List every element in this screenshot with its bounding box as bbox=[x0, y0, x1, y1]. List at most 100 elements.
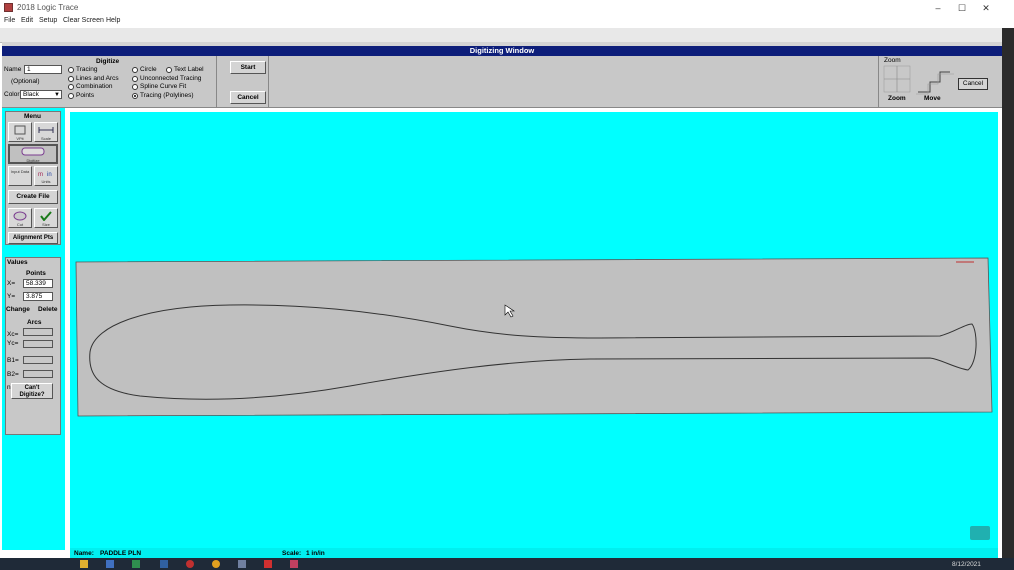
minimize-button[interactable]: – bbox=[928, 2, 948, 14]
values-title: Values bbox=[7, 259, 28, 266]
chevron-down-icon: ▼ bbox=[54, 92, 60, 98]
taskbar-app-icon[interactable] bbox=[106, 560, 114, 568]
b1-field bbox=[23, 356, 53, 364]
divider bbox=[268, 56, 269, 107]
digitize-button[interactable]: Digitize bbox=[8, 144, 58, 164]
divider bbox=[878, 56, 879, 107]
b1-label: B1= bbox=[7, 357, 19, 364]
zoom-label: Zoom bbox=[888, 95, 906, 102]
radio-unconnected-tracing[interactable] bbox=[132, 76, 138, 82]
cut-icon bbox=[13, 211, 27, 221]
input-data-button[interactable]: Input Data bbox=[8, 166, 32, 186]
move-label: Move bbox=[924, 95, 941, 102]
radio-text-label[interactable] bbox=[166, 67, 172, 73]
radio-circle[interactable] bbox=[132, 67, 138, 73]
digitize-icon bbox=[21, 147, 45, 156]
x-value-field[interactable]: 58.339 bbox=[23, 279, 53, 288]
arcs-title: Arcs bbox=[27, 319, 42, 326]
option-spline-curve-fit: Spline Curve Fit bbox=[140, 83, 187, 90]
scale-label: Scale bbox=[40, 136, 51, 141]
start-button[interactable]: Start bbox=[230, 61, 266, 74]
color-label: Color bbox=[4, 91, 20, 98]
menu-edit[interactable]: Edit bbox=[21, 17, 33, 24]
menu-file[interactable]: File bbox=[4, 17, 15, 24]
alignment-pts-button[interactable]: Alignment Pts bbox=[8, 232, 58, 244]
color-value: Black bbox=[23, 91, 39, 98]
units-button[interactable]: m in Units bbox=[34, 166, 58, 186]
taskbar-app-icon[interactable] bbox=[212, 560, 220, 568]
radio-points[interactable] bbox=[68, 93, 74, 99]
title-bar: 2018 Logic Trace – ☐ ✕ bbox=[0, 0, 1014, 16]
app-icon bbox=[4, 3, 13, 12]
taskbar-app-icon[interactable] bbox=[132, 560, 140, 568]
menu-box: Menu VPit Scale Digitize Input Data m in … bbox=[5, 111, 61, 245]
delete-button[interactable]: Delete bbox=[38, 306, 58, 313]
option-lines-and-arcs: Lines and Arcs bbox=[76, 75, 119, 82]
taskbar-date: 8/12/2021 bbox=[952, 561, 981, 568]
radio-spline-curve-fit[interactable] bbox=[132, 84, 138, 90]
x-label: X= bbox=[7, 280, 16, 287]
taskbar-app-icon[interactable] bbox=[264, 560, 272, 568]
taskbar-app-icon[interactable] bbox=[160, 560, 168, 568]
optional-label: (Optional) bbox=[11, 78, 40, 85]
cancel-button[interactable]: Cancel bbox=[230, 91, 266, 104]
yc-label: Yc= bbox=[7, 340, 19, 347]
color-select[interactable]: Black ▼ bbox=[20, 90, 62, 99]
radio-combination[interactable] bbox=[68, 84, 74, 90]
y-label: Y= bbox=[7, 293, 16, 300]
menu-title: Menu bbox=[24, 113, 41, 120]
radio-tracing-polylines[interactable] bbox=[132, 93, 138, 99]
zoom-cancel-button[interactable]: Cancel bbox=[958, 78, 988, 90]
drawing-canvas[interactable] bbox=[70, 112, 998, 548]
left-panel: Menu VPit Scale Digitize Input Data m in … bbox=[2, 108, 65, 550]
y-value-field[interactable]: 3.875 bbox=[23, 292, 53, 301]
overlay-control-icon[interactable] bbox=[970, 526, 990, 540]
name-input[interactable]: 1 bbox=[24, 65, 62, 74]
menu-clear-screen[interactable]: Clear Screen bbox=[63, 17, 104, 24]
cut-button[interactable]: Cut bbox=[8, 208, 32, 228]
size-button[interactable]: Size bbox=[34, 208, 58, 228]
radio-lines-and-arcs[interactable] bbox=[68, 76, 74, 82]
digitize-control-panel: Name 1 (Optional) Color Black ▼ Digitize… bbox=[2, 56, 1002, 108]
status-scale-label: Scale: bbox=[282, 550, 302, 557]
toolbar-area bbox=[0, 28, 1014, 43]
scale-button[interactable]: Scale bbox=[34, 122, 58, 142]
taskbar: 8/12/2021 bbox=[0, 558, 1014, 570]
status-name-label: Name: bbox=[74, 550, 94, 557]
taskbar-app-icon[interactable] bbox=[290, 560, 298, 568]
vpit-icon bbox=[14, 125, 26, 135]
taskbar-app-icon[interactable] bbox=[186, 560, 194, 568]
status-name-value: PADDLE PLN bbox=[100, 550, 142, 557]
zoom-icon[interactable] bbox=[882, 64, 912, 94]
cant-digitize-button[interactable]: Can't Digitize? bbox=[11, 383, 53, 399]
background-edge bbox=[1002, 28, 1014, 558]
points-title: Points bbox=[26, 270, 46, 277]
units-icon: m in bbox=[38, 172, 52, 178]
b2-field bbox=[23, 370, 53, 378]
option-circle: Circle bbox=[140, 66, 157, 73]
divider bbox=[216, 56, 217, 107]
menu-setup[interactable]: Setup bbox=[39, 17, 57, 24]
option-text-label: Text Label bbox=[174, 66, 204, 73]
input-data-label: Input Data bbox=[10, 169, 30, 174]
checkmark-icon bbox=[40, 211, 52, 222]
svg-text:in: in bbox=[47, 172, 52, 178]
radio-tracing[interactable] bbox=[68, 67, 74, 73]
size-label: Size bbox=[42, 222, 50, 227]
maximize-button[interactable]: ☐ bbox=[952, 2, 972, 14]
menu-help[interactable]: Help bbox=[106, 17, 120, 24]
close-button[interactable]: ✕ bbox=[976, 2, 996, 14]
create-file-button[interactable]: Create File bbox=[8, 190, 58, 204]
vpit-button[interactable]: VPit bbox=[8, 122, 32, 142]
option-combination: Combination bbox=[76, 83, 113, 90]
status-bar: Name: PADDLE PLN Scale: 1 in/in bbox=[70, 548, 998, 558]
taskbar-app-icon[interactable] bbox=[80, 560, 88, 568]
move-icon[interactable] bbox=[914, 60, 956, 96]
name-label: Name bbox=[4, 66, 22, 73]
canvas-drawing bbox=[75, 257, 993, 417]
zoom-title: Zoom bbox=[884, 57, 901, 64]
scale-icon bbox=[38, 127, 54, 133]
svg-text:m: m bbox=[38, 172, 43, 178]
taskbar-app-icon[interactable] bbox=[238, 560, 246, 568]
change-button[interactable]: Change bbox=[6, 306, 30, 313]
